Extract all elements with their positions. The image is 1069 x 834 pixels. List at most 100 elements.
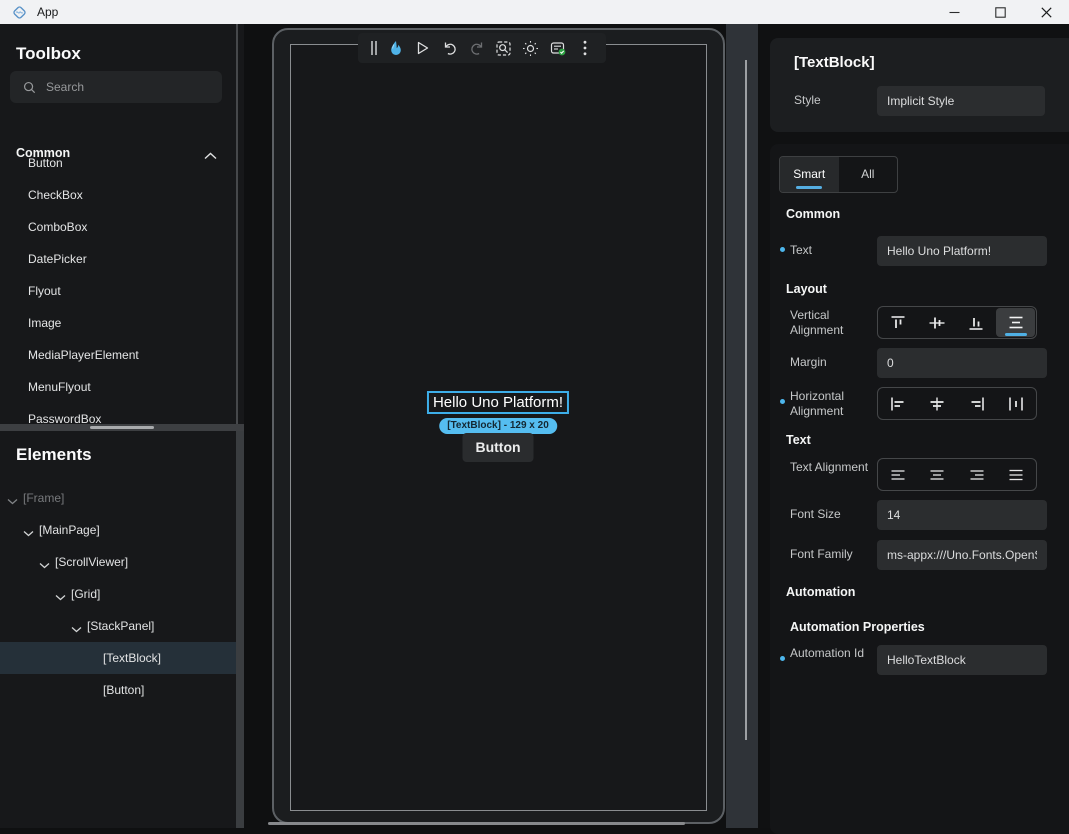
property-row-font-size: Font Size [770, 499, 1069, 532]
property-row-text: Text [770, 235, 1069, 268]
tree-item-frame[interactable]: [Frame] [0, 482, 236, 514]
tab-smart-label: Smart [793, 167, 825, 181]
valign-center-button[interactable] [917, 307, 956, 338]
automation-id-label: Automation Id [790, 646, 874, 661]
active-tab-indicator [796, 186, 822, 189]
text-align-center-icon [928, 468, 946, 482]
search-input[interactable] [46, 80, 214, 94]
horizontal-alignment-group [877, 387, 1037, 420]
titlebar: App [0, 0, 1069, 24]
text-property-label: Text [790, 243, 874, 258]
text-align-right-button[interactable] [957, 459, 997, 490]
text-align-center-button[interactable] [918, 459, 958, 490]
toolbox-item-image[interactable]: Image [0, 307, 236, 339]
form-checklist-icon [549, 40, 567, 57]
tree-item-label: [ScrollViewer] [55, 546, 128, 578]
close-button[interactable] [1023, 0, 1069, 24]
section-layout: Layout [786, 282, 827, 296]
section-text: Text [786, 433, 811, 447]
drag-handle-icon[interactable] [366, 33, 382, 63]
halign-right-button[interactable] [957, 388, 997, 419]
toolbox-panel: Toolbox Common Button CheckBox ComboBox … [0, 24, 244, 424]
style-input[interactable] [877, 86, 1045, 116]
toolbox-item-menuflyout[interactable]: MenuFlyout [0, 371, 236, 403]
chevron-down-icon[interactable] [7, 492, 18, 510]
toolbox-item-checkbox[interactable]: CheckBox [0, 179, 236, 211]
align-top-icon [889, 315, 907, 331]
maximize-icon [995, 7, 1006, 18]
elements-scrollbar[interactable] [236, 431, 244, 828]
halign-center-button[interactable] [918, 388, 958, 419]
margin-input[interactable] [877, 348, 1047, 378]
font-family-input[interactable] [877, 540, 1047, 570]
tab-smart[interactable]: Smart [780, 157, 839, 192]
valign-stretch-button[interactable] [996, 308, 1035, 337]
align-left-icon [889, 396, 907, 412]
automation-id-input[interactable] [877, 645, 1047, 675]
tab-all[interactable]: All [839, 157, 898, 192]
redo-button-disabled[interactable] [463, 33, 490, 63]
search-icon [23, 81, 36, 94]
toolbox-item-combobox[interactable]: ComboBox [0, 211, 236, 243]
theme-toggle-button[interactable] [517, 33, 544, 63]
canvas-button-element[interactable]: Button [463, 433, 534, 462]
selected-textblock[interactable]: Hello Uno Platform! [427, 391, 569, 414]
tree-item-textblock-selected[interactable]: [TextBlock] [0, 642, 236, 674]
text-property-input[interactable] [877, 236, 1047, 266]
properties-panel: [TextBlock] Style Smart All Common Text … [760, 24, 1069, 828]
inspect-element-button[interactable] [490, 33, 517, 63]
horizontal-scrollbar[interactable] [268, 822, 685, 825]
align-right-icon [968, 396, 986, 412]
play-button[interactable] [409, 33, 436, 63]
selected-option-indicator [1005, 333, 1027, 336]
section-automation-properties: Automation Properties [790, 620, 925, 634]
font-size-input[interactable] [877, 500, 1047, 530]
tree-item-grid[interactable]: [Grid] [0, 578, 236, 610]
modified-indicator-icon [780, 399, 785, 404]
halign-stretch-button[interactable] [997, 388, 1037, 419]
tree-item-stackpanel[interactable]: [StackPanel] [0, 610, 236, 642]
chevron-down-icon[interactable] [39, 556, 50, 574]
selection-size-badge: [TextBlock] - 129 x 20 [439, 418, 557, 434]
toolbox-item-mediaplayerelement[interactable]: MediaPlayerElement [0, 339, 236, 371]
chevron-down-icon[interactable] [23, 524, 34, 542]
design-toolbar [358, 33, 606, 63]
form-validation-button[interactable] [544, 33, 571, 63]
toolbox-search[interactable] [10, 71, 222, 103]
property-row-automation-id: Automation Id [770, 644, 1069, 677]
tree-item-mainpage[interactable]: [MainPage] [0, 514, 236, 546]
text-align-justify-button[interactable] [997, 459, 1037, 490]
minimize-button[interactable] [931, 0, 977, 24]
maximize-button[interactable] [977, 0, 1023, 24]
panel-splitter[interactable] [0, 424, 244, 431]
modified-indicator-icon [780, 656, 785, 661]
text-align-justify-icon [1007, 468, 1025, 482]
align-vstretch-icon [1007, 315, 1025, 331]
play-icon [415, 40, 430, 56]
halign-left-button[interactable] [878, 388, 918, 419]
align-vcenter-icon [928, 315, 946, 331]
design-canvas: Hello Uno Platform! [TextBlock] - 129 x … [244, 24, 760, 828]
toolbox-item-datepicker[interactable]: DatePicker [0, 243, 236, 275]
more-options-button[interactable] [571, 33, 598, 63]
toolbox-scrollbar[interactable] [236, 24, 238, 424]
chevron-down-icon[interactable] [55, 588, 66, 606]
text-align-left-button[interactable] [878, 459, 918, 490]
tree-item-scrollviewer[interactable]: [ScrollViewer] [0, 546, 236, 578]
vertical-scrollbar[interactable] [745, 60, 747, 740]
tree-item-label: [Frame] [23, 482, 64, 514]
align-hcenter-icon [928, 396, 946, 412]
app-title: App [37, 5, 58, 19]
tree-item-button[interactable]: [Button] [0, 674, 236, 706]
valign-bottom-button[interactable] [956, 307, 995, 338]
valign-top-button[interactable] [878, 307, 917, 338]
undo-button[interactable] [436, 33, 463, 63]
app-logo-icon [11, 4, 28, 21]
chevron-down-icon[interactable] [71, 620, 82, 638]
toolbox-item-flyout[interactable]: Flyout [0, 275, 236, 307]
toolbox-item-button[interactable]: Button [0, 147, 236, 179]
tree-item-label: [TextBlock] [103, 642, 161, 674]
text-alignment-group [877, 458, 1037, 491]
inspector-tabs: Smart All [779, 156, 898, 193]
hot-reload-button[interactable] [382, 33, 409, 63]
